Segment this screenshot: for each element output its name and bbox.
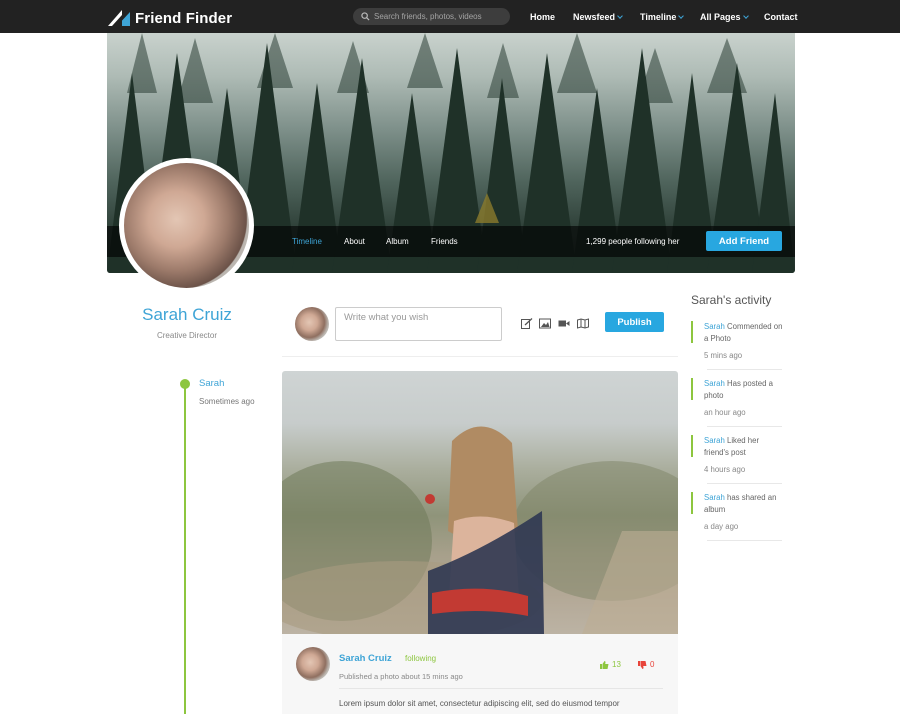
publish-button[interactable]: Publish <box>605 312 664 332</box>
activity-user[interactable]: Sarah <box>704 379 725 388</box>
chevron-down-icon <box>742 13 749 19</box>
activity-user[interactable]: Sarah <box>704 436 725 445</box>
activity-text: Sarah has shared an album <box>704 492 784 515</box>
dislike-count: 0 <box>650 660 655 669</box>
nav-timeline[interactable]: Timeline <box>640 12 685 22</box>
chevron-down-icon <box>678 13 685 19</box>
composer-divider <box>282 356 678 357</box>
thumbs-down-icon <box>638 660 647 669</box>
search-icon <box>361 12 370 21</box>
chevron-down-icon <box>617 13 623 19</box>
nav-timeline-label: Timeline <box>640 12 677 22</box>
nav-newsfeed[interactable]: Newsfeed <box>573 12 623 22</box>
search-input[interactable] <box>374 12 504 21</box>
activity-text: Sarah Liked her friend's post <box>704 435 784 458</box>
post-author-avatar[interactable] <box>296 647 330 681</box>
post-photo[interactable] <box>282 371 678 634</box>
activity-marker <box>691 435 693 457</box>
following-badge[interactable]: following <box>405 654 436 663</box>
activity-time: 5 mins ago <box>704 351 743 360</box>
activity-time: a day ago <box>704 522 739 531</box>
post-meta: Published a photo about 15 mins ago <box>339 672 463 681</box>
activity-divider <box>707 483 782 484</box>
activity-divider <box>707 369 782 370</box>
post-author-name[interactable]: Sarah Cruiz <box>339 653 392 664</box>
thumbs-up-icon <box>600 660 609 669</box>
top-navbar: Friend Finder Home Newsfeed Timeline All… <box>0 0 900 33</box>
post-photo-image <box>282 426 678 634</box>
brand-logo[interactable]: Friend Finder <box>108 9 232 27</box>
add-friend-button[interactable]: Add Friend <box>706 231 782 251</box>
like-count: 13 <box>612 660 621 669</box>
tab-about[interactable]: About <box>344 237 365 246</box>
nav-newsfeed-label: Newsfeed <box>573 12 616 22</box>
activity-text: Sarah Commended on a Photo <box>704 321 784 344</box>
profile-name[interactable]: Sarah Cruiz <box>107 305 267 325</box>
video-icon[interactable] <box>558 318 570 329</box>
activity-user[interactable]: Sarah <box>704 322 725 331</box>
activity-time: 4 hours ago <box>704 465 746 474</box>
activity-divider <box>707 426 782 427</box>
activity-marker <box>691 378 693 400</box>
brand-name: Friend Finder <box>135 9 233 27</box>
nav-all-pages-label: All Pages <box>700 12 741 22</box>
activity-divider <box>707 540 782 541</box>
profile-photo <box>124 163 249 288</box>
activity-user[interactable]: Sarah <box>704 493 725 502</box>
timeline-line <box>184 383 186 714</box>
nav-home-label: Home <box>530 12 556 22</box>
nav-contact[interactable]: Contact <box>764 12 798 22</box>
logo-icon <box>108 10 130 26</box>
activity-marker <box>691 492 693 514</box>
composer-avatar <box>295 307 329 341</box>
timeline-time: Sometimes ago <box>199 397 255 406</box>
followers-count: 1,299 people following her <box>586 237 680 246</box>
activity-marker <box>691 321 693 343</box>
post-text: Lorem ipsum dolor sit amet, consectetur … <box>339 699 620 708</box>
activity-text: Sarah Has posted a photo <box>704 378 784 401</box>
timeline-dot <box>180 379 190 389</box>
map-icon[interactable] <box>577 318 589 329</box>
dislike-button[interactable]: 0 <box>638 660 654 669</box>
search-box[interactable] <box>353 8 510 25</box>
tab-timeline[interactable]: Timeline <box>292 237 322 246</box>
image-icon[interactable] <box>539 318 551 329</box>
activity-time: an hour ago <box>704 408 746 417</box>
tab-album[interactable]: Album <box>386 237 409 246</box>
nav-contact-label: Contact <box>764 12 798 22</box>
tab-friends[interactable]: Friends <box>431 237 458 246</box>
post-composer-input[interactable] <box>335 307 502 341</box>
post-divider <box>339 688 663 689</box>
profile-role: Creative Director <box>156 331 217 340</box>
activity-title: Sarah's activity <box>691 293 772 307</box>
like-button[interactable]: 13 <box>600 660 621 669</box>
nav-all-pages[interactable]: All Pages <box>700 12 749 22</box>
nav-home[interactable]: Home <box>530 12 555 22</box>
timeline-user-name[interactable]: Sarah <box>199 378 224 389</box>
edit-icon[interactable] <box>521 318 533 329</box>
profile-avatar[interactable] <box>119 158 254 293</box>
